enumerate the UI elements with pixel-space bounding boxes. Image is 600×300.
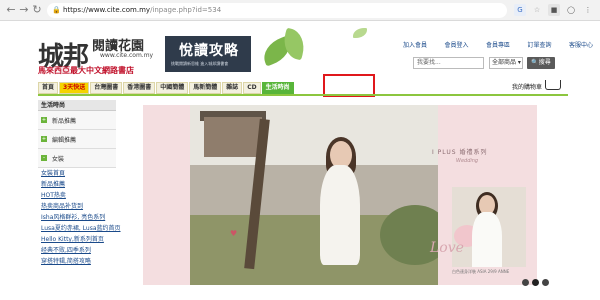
- nav-divider: [38, 94, 568, 96]
- lock-icon: 🔒: [52, 6, 61, 14]
- forward-icon[interactable]: →: [17, 3, 31, 17]
- tab-magazine[interactable]: 雜誌: [222, 82, 243, 94]
- hero-caption: 白色連身洋裝 ASIA 29/9 ANNE: [452, 269, 510, 274]
- top-link-login[interactable]: 會員登入: [444, 40, 468, 50]
- cart-icon[interactable]: [545, 80, 561, 90]
- top-link-account[interactable]: 會員專區: [486, 40, 510, 50]
- sidebar-link[interactable]: Hello Kitty,新系列首页: [41, 234, 116, 245]
- tab-taiwan-books[interactable]: 台灣圖書: [90, 82, 123, 94]
- sidebar-link[interactable]: 经典不败,四季系列: [41, 245, 116, 256]
- search-button[interactable]: 🔍搜尋: [527, 57, 555, 69]
- account-icon[interactable]: ◯: [565, 4, 577, 16]
- sidebar-link[interactable]: Lusa夏约赤裙, Lusa蓝约首页: [41, 223, 121, 234]
- promo-banner[interactable]: 悅讀攻略 挑戰閱讀新思維 進入城邦讀書會: [165, 36, 251, 72]
- search-icon: 🔍: [531, 59, 539, 66]
- banner-title: 悅讀攻略: [179, 43, 239, 59]
- hero-photo[interactable]: [190, 105, 438, 285]
- leaf-decoration: [353, 28, 367, 38]
- tab-my-simplified[interactable]: 馬新簡體: [189, 82, 222, 94]
- plus-icon: +: [41, 117, 47, 123]
- search-input[interactable]: 我要找...: [413, 57, 484, 69]
- carousel-dot[interactable]: [532, 279, 539, 286]
- star-icon[interactable]: ☆: [531, 4, 543, 16]
- carousel-dots: [522, 279, 549, 286]
- tab-home[interactable]: 首頁: [38, 82, 59, 94]
- minus-icon: –: [41, 155, 47, 161]
- hero-left-panel: [143, 105, 190, 285]
- url-host: https://www.cite.com.my: [63, 6, 151, 14]
- tab-lifestyle[interactable]: 生活時尚: [261, 82, 294, 94]
- page: 城邦 閱讀花園 www.cite.com.my 馬來西亞最大中文網路書店 悅讀攻…: [0, 22, 600, 300]
- extension-icon[interactable]: ■: [548, 4, 560, 16]
- search-category-select[interactable]: 全部商品 ▾: [489, 57, 523, 69]
- back-icon[interactable]: ←: [4, 3, 18, 17]
- top-link-service[interactable]: 客服中心: [569, 40, 593, 50]
- plus-icon: +: [41, 136, 47, 142]
- logo-url: www.cite.com.my: [100, 52, 154, 59]
- sidebar-item-new[interactable]: + 新品推薦: [38, 111, 116, 130]
- top-link-orders[interactable]: 訂單查詢: [527, 40, 551, 50]
- sidebar-link[interactable]: 新品推薦: [41, 179, 116, 190]
- browser-toolbar: ← → ↻ 🔒 https://www.cite.com.my/inpage.p…: [0, 0, 600, 21]
- tab-hk-books[interactable]: 香港圖書: [123, 82, 156, 94]
- url-path: /inpage.php?id=534: [150, 6, 222, 14]
- tab-3day[interactable]: 3天快送: [59, 82, 90, 94]
- carousel-dot[interactable]: [542, 279, 549, 286]
- heart-icon: ♥: [230, 229, 238, 238]
- carousel-dot[interactable]: [522, 279, 529, 286]
- top-links: 加入會員 會員登入 會員專區 訂單查詢 客服中心: [403, 40, 593, 50]
- sidebar-item-editor[interactable]: + 編輯推薦: [38, 130, 116, 149]
- sidebar-link[interactable]: Isha风格群衫, 亮色系列: [41, 212, 116, 223]
- category-nav: 首頁 3天快送 台灣圖書 香港圖書 中國簡體 馬新簡體 雜誌 CD 生活時尚: [38, 82, 368, 94]
- sidebar: 生活時尚 + 新品推薦 + 編輯推薦 – 女裝 女裝首頁 新品推薦 HOT热卖 …: [38, 100, 121, 300]
- hero-brand-sub: Wedding: [456, 158, 479, 164]
- sidebar-link[interactable]: 热卖商品补货到: [41, 201, 116, 212]
- sidebar-title: 生活時尚: [38, 100, 116, 111]
- hero-brand-line: I PLUS 婚禮系列: [432, 149, 488, 156]
- sidebar-links: 女裝首頁 新品推薦 HOT热卖 热卖商品补货到 Isha风格群衫, 亮色系列 L…: [38, 168, 121, 267]
- tab-china-simplified[interactable]: 中國簡體: [156, 82, 189, 94]
- top-link-register[interactable]: 加入會員: [403, 40, 427, 50]
- address-bar[interactable]: 🔒 https://www.cite.com.my/inpage.php?id=…: [47, 3, 507, 18]
- logo-tagline: 馬來西亞最大中文網路書店: [38, 66, 134, 75]
- sidebar-item-womens[interactable]: – 女裝: [38, 149, 116, 168]
- menu-icon[interactable]: ⋮: [582, 4, 594, 16]
- hero-cursive-text: Love: [430, 240, 464, 256]
- sidebar-link[interactable]: 穿搭特辑,简搭攻略: [41, 256, 116, 267]
- sidebar-link[interactable]: 女裝首頁: [41, 168, 116, 179]
- translate-icon[interactable]: G: [514, 4, 526, 16]
- reload-icon[interactable]: ↻: [30, 3, 44, 17]
- banner-subtitle: 挑戰閱讀新思維 進入城邦讀書會: [171, 61, 229, 66]
- sidebar-link[interactable]: HOT热卖: [41, 190, 116, 201]
- tab-cd[interactable]: CD: [243, 82, 261, 94]
- cart-label[interactable]: 我的購物車: [512, 82, 542, 91]
